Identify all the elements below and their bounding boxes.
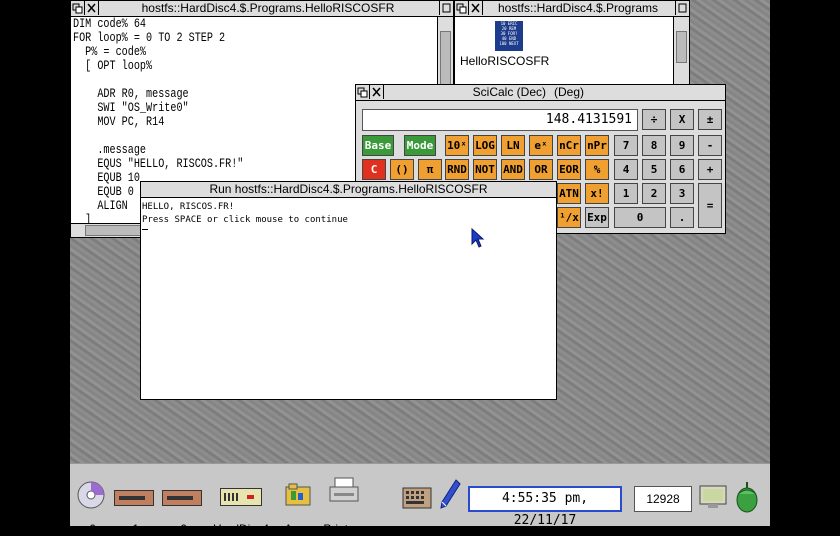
exponent-button[interactable]: Exp [585, 207, 609, 228]
window-title: Run hostfs::HardDisc4.$.Programs.HelloRI… [209, 182, 488, 196]
log-button[interactable]: LOG [473, 135, 497, 156]
text-cursor [142, 229, 148, 230]
clock-display[interactable]: 4:55:35 pm, 22/11/17 [468, 486, 622, 528]
vertical-scrollbar[interactable] [673, 17, 689, 85]
window-title: SciCalc (Dec) [472, 85, 546, 99]
percent-button[interactable]: % [585, 159, 609, 180]
clear-button[interactable]: C [362, 159, 386, 180]
eor-button[interactable]: EOR [557, 159, 581, 180]
code-line: P% = code% [73, 44, 147, 59]
edit-pen-icon[interactable] [438, 478, 462, 510]
code-line: EQUB 0 [73, 184, 134, 199]
digit-3-button[interactable]: 3 [670, 183, 694, 204]
back-icon[interactable] [71, 1, 85, 15]
digit-6-button[interactable]: 6 [670, 159, 694, 180]
title-bar[interactable]: hostfs::HardDisc4.$.Programs [455, 1, 689, 17]
pi-button[interactable]: π [418, 159, 442, 180]
task-manager-icon[interactable] [402, 484, 432, 510]
atn-button[interactable]: ATN [557, 183, 581, 204]
calc-display: 148.4131591 [362, 109, 638, 131]
and-button[interactable]: AND [501, 159, 525, 180]
output-area[interactable]: HELLO, RISCOS.FR! Press SPACE or click m… [141, 198, 556, 399]
not-button[interactable]: NOT [473, 159, 497, 180]
digit-5-button[interactable]: 5 [642, 159, 666, 180]
file-name-label[interactable]: HelloRISCOSFR [460, 54, 549, 68]
equals-button[interactable]: = [698, 183, 722, 228]
code-line: FOR loop% = 0 TO 2 STEP 2 [73, 30, 226, 45]
exp-button[interactable]: eˣ [529, 135, 553, 156]
close-icon[interactable] [85, 1, 99, 15]
code-line: EQUS "HELLO, RISCOS.FR!" [73, 156, 244, 171]
display-value: 148.4131591 [545, 112, 632, 127]
digit-1-button[interactable]: 1 [614, 183, 638, 204]
reciprocal-button[interactable]: ¹/x [557, 207, 581, 228]
back-icon[interactable] [455, 1, 469, 15]
close-icon[interactable] [370, 85, 384, 99]
window-title: hostfs::HardDisc4.$.Programs.HelloRISCOS… [141, 1, 395, 15]
npr-button[interactable]: nPr [585, 135, 609, 156]
rnd-button[interactable]: RND [445, 159, 469, 180]
digit-0-button[interactable]: 0 [614, 207, 666, 228]
digit-7-button[interactable]: 7 [614, 135, 638, 156]
code-line: ALIGN [73, 198, 128, 213]
hard-disc-icon[interactable]: HardDisc4 [213, 488, 269, 536]
pow10-button[interactable]: 10ˣ [445, 135, 469, 156]
ln-button[interactable]: LN [501, 135, 525, 156]
cd-drive-icon[interactable]: :0 [76, 480, 106, 536]
window-title: hostfs::HardDisc4.$.Programs [497, 1, 659, 15]
digit-4-button[interactable]: 4 [614, 159, 638, 180]
ram-disc-icon[interactable]: :0 [162, 490, 202, 536]
digit-2-button[interactable]: 2 [642, 183, 666, 204]
digit-8-button[interactable]: 8 [642, 135, 666, 156]
code-line: SWI "OS_Write0" [73, 100, 189, 115]
mode-button[interactable]: Mode [404, 135, 436, 156]
code-line: ADR R0, message [73, 86, 189, 101]
run-output-window[interactable]: Run hostfs::HardDisc4.$.Programs.HelloRI… [140, 181, 557, 400]
factorial-button[interactable]: x! [585, 183, 609, 204]
parens-button[interactable]: () [390, 159, 414, 180]
display-manager-icon[interactable] [698, 484, 728, 510]
plusminus-button[interactable]: ± [698, 109, 722, 130]
desktop-backdrop[interactable]: hostfs::HardDisc4.$.Programs. HelloRISCOS… [70, 0, 770, 463]
close-icon[interactable] [469, 1, 483, 15]
minus-button[interactable]: - [698, 135, 722, 156]
ncr-button[interactable]: nCr [557, 135, 581, 156]
printers-icon[interactable]: Printers [323, 476, 365, 536]
printers-label: Printers [323, 522, 365, 536]
back-icon[interactable] [356, 85, 370, 99]
output-line: HELLO, RISCOS.FR! [142, 202, 235, 212]
title-bar[interactable]: SciCalc (Dec) (Deg) [356, 85, 725, 101]
apps-folder-icon[interactable]: Apps [284, 482, 312, 536]
free-memory-display[interactable]: 12928 [634, 486, 692, 512]
point-button[interactable]: . [670, 207, 694, 228]
icon-bar: :0 :1 :0 HardDisc4 Apps Printers 4:55:35… [70, 463, 770, 536]
digit-9-button[interactable]: 9 [670, 135, 694, 156]
acorn-icon[interactable] [734, 480, 760, 514]
basic-file-icon[interactable]: 10 ERIC 20 REM 30 FOR? 40 END 100 NEXT [495, 21, 523, 51]
title-bar[interactable]: hostfs::HardDisc4.$.Programs.HelloRISCOS… [71, 1, 453, 17]
floppy-drive-icon[interactable]: :1 [114, 490, 154, 536]
code-line: DIM code% 64 [73, 17, 147, 31]
output-line: Press SPACE or click mouse to continue [142, 215, 348, 225]
divide-button[interactable]: ÷ [642, 109, 666, 130]
mouse-pointer-icon [471, 228, 485, 248]
code-line: .message [73, 142, 147, 157]
angle-mode: (Deg) [554, 85, 585, 99]
scrollbar-thumb[interactable] [676, 31, 687, 63]
plus-button[interactable]: + [698, 159, 722, 180]
title-bar[interactable]: Run hostfs::HardDisc4.$.Programs.HelloRI… [141, 182, 556, 198]
or-button[interactable]: OR [529, 159, 553, 180]
toggle-size-icon[interactable] [675, 1, 689, 15]
filer-window[interactable]: hostfs::HardDisc4.$.Programs 10 ERIC 20 … [454, 0, 690, 86]
toggle-size-icon[interactable] [439, 1, 453, 15]
base-button[interactable]: Base [362, 135, 394, 156]
filer-content[interactable]: 10 ERIC 20 REM 30 FOR? 40 END 100 NEXT H… [455, 17, 674, 85]
code-line: MOV PC, R14 [73, 114, 165, 129]
code-line: EQUB 10 [73, 170, 140, 185]
code-line: [ OPT loop% [73, 58, 153, 73]
multiply-button[interactable]: X [670, 109, 694, 130]
